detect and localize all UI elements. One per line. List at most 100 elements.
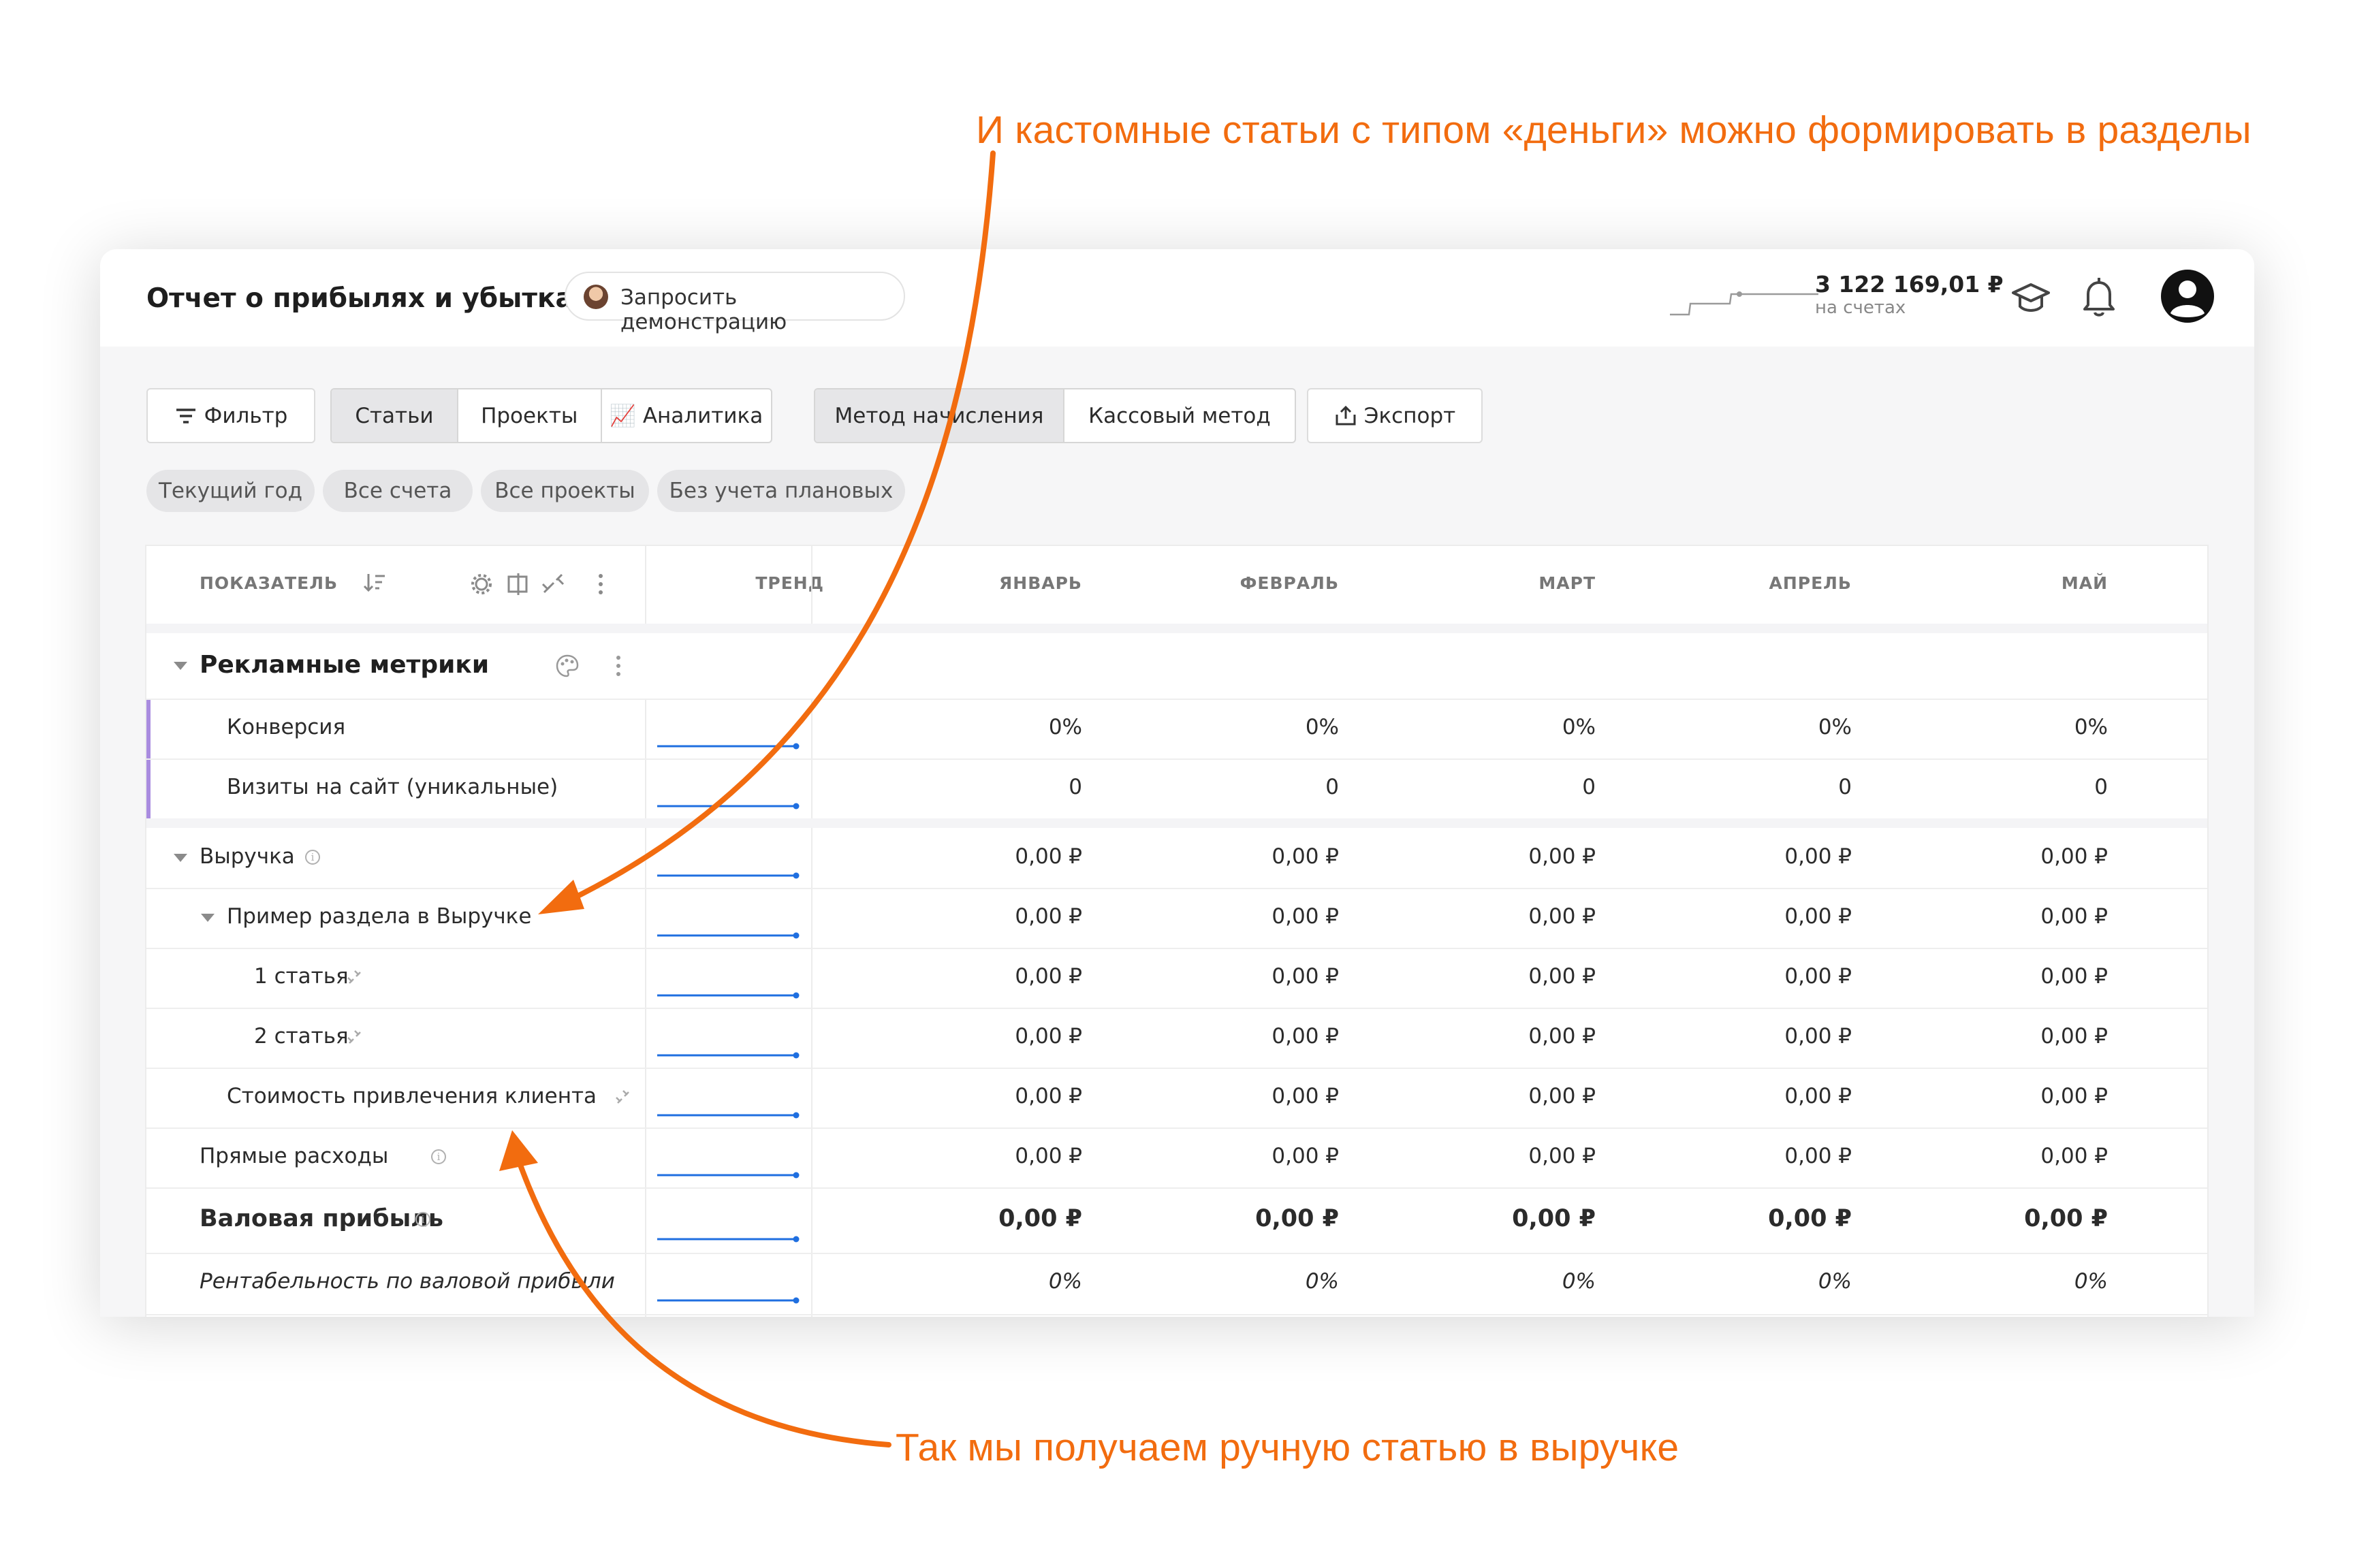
balance-sparkline <box>1670 291 1818 316</box>
tab-projects[interactable]: Проекты <box>458 389 602 442</box>
export-button[interactable]: Экспорт <box>1307 388 1483 443</box>
unlink-icon[interactable] <box>541 573 565 594</box>
section-divider <box>146 818 2207 828</box>
trend-sparkline <box>657 1052 800 1059</box>
row-label: Прямые расходы <box>200 1144 389 1168</box>
value-cell: 0,00 ₽ <box>1255 1205 1339 1232</box>
value-cell: 0% <box>1305 715 1339 739</box>
balance-amount[interactable]: 3 122 169,01 ₽ <box>1815 271 2004 298</box>
collapse-caret-icon[interactable] <box>174 662 187 670</box>
balance-caption: на счетах <box>1815 298 1906 318</box>
info-icon[interactable]: i <box>415 1212 430 1227</box>
value-cell: 0 <box>1069 775 1082 799</box>
page-title: Отчет о прибылях и убытках <box>146 283 590 314</box>
table-row[interactable]: Конверсия 0% 0% 0% 0% 0% <box>146 699 2207 760</box>
row-label: 1 статья <box>254 964 349 989</box>
value-cell: 0 <box>1582 775 1596 799</box>
chip-projects[interactable]: Все проекты <box>481 470 649 512</box>
value-cell: 0,00 ₽ <box>1272 1144 1339 1168</box>
column-trend: ТРЕНД <box>755 573 824 593</box>
more-icon[interactable] <box>615 654 622 678</box>
value-cell: 0,00 ₽ <box>1784 844 1852 869</box>
row-label: Выручка <box>200 844 295 869</box>
unlink-icon[interactable] <box>345 968 364 987</box>
value-cell: 0% <box>1562 715 1596 739</box>
unlink-icon[interactable] <box>614 1088 633 1107</box>
value-cell: 0 <box>1325 775 1339 799</box>
table-row[interactable]: Валовая прибыль i 0,00 ₽ 0,00 ₽ 0,00 ₽ 0… <box>146 1187 2207 1254</box>
value-cell: 0,00 ₽ <box>1015 844 1082 869</box>
annotation-top: И кастомные статьи с типом «деньги» можн… <box>976 108 2252 152</box>
value-cell: 0,00 ₽ <box>2024 1205 2108 1232</box>
value-cell: 0,00 ₽ <box>1528 844 1596 869</box>
table-row[interactable]: 1 статья 0,00 ₽ 0,00 ₽ 0,00 ₽ 0,00 ₽ 0,0… <box>146 948 2207 1009</box>
info-icon[interactable]: i <box>305 850 320 865</box>
bell-icon[interactable] <box>2079 275 2119 319</box>
graduation-cap-icon[interactable] <box>2010 278 2051 319</box>
view-tabs: Статьи Проекты 📈 Аналитика <box>330 388 772 443</box>
category-title: Рекламные метрики <box>200 651 490 679</box>
value-cell: 0,00 ₽ <box>2040 1144 2108 1168</box>
columns-icon[interactable] <box>507 573 528 595</box>
request-demo-label: Запросить демонстрацию <box>620 285 787 334</box>
export-label: Экспорт <box>1363 403 1456 428</box>
sort-icon[interactable] <box>363 572 386 594</box>
table-row[interactable]: Выручка i 0,00 ₽ 0,00 ₽ 0,00 ₽ 0,00 ₽ 0,… <box>146 828 2207 889</box>
chip-period[interactable]: Текущий год <box>146 470 315 512</box>
value-cell: 0,00 ₽ <box>2040 904 2108 929</box>
value-cell: 0,00 ₽ <box>1784 964 1852 989</box>
manager-avatar <box>584 285 608 309</box>
app-window: Отчет о прибылях и убытках Запросить дем… <box>100 249 2254 1317</box>
request-demo-button[interactable]: Запросить демонстрацию <box>565 272 905 334</box>
annotation-bottom: Так мы получаем ручную статью в выручке <box>896 1426 1679 1469</box>
tab-articles[interactable]: Статьи <box>332 389 458 442</box>
value-cell: 0,00 ₽ <box>1528 1084 1596 1108</box>
trend-sparkline <box>657 803 800 810</box>
value-cell: 0% <box>1048 715 1082 739</box>
settings-icon[interactable] <box>471 574 492 594</box>
value-cell: 0,00 ₽ <box>1784 904 1852 929</box>
value-cell: 0% <box>1048 1269 1082 1294</box>
top-bar: Отчет о прибылях и убытках Запросить дем… <box>100 249 2254 347</box>
palette-icon[interactable] <box>555 654 580 678</box>
value-cell: 0,00 ₽ <box>1768 1205 1852 1232</box>
value-cell: 0 <box>2094 775 2108 799</box>
unlink-icon[interactable] <box>345 1028 364 1047</box>
more-icon[interactable] <box>599 574 603 594</box>
table-row[interactable]: Визиты на сайт (уникальные) 0 0 0 0 0 <box>146 758 2207 820</box>
chip-planned[interactable]: Без учета плановых <box>657 470 905 512</box>
collapse-caret-icon[interactable] <box>174 854 187 862</box>
filter-icon <box>176 408 195 423</box>
row-label: Конверсия <box>227 715 346 739</box>
value-cell: 0,00 ₽ <box>1528 1024 1596 1049</box>
value-cell: 0% <box>1305 1269 1339 1294</box>
table-row[interactable]: Рентабельность по валовой прибыли 0% 0% … <box>146 1253 2207 1315</box>
trend-sparkline <box>657 872 800 879</box>
trend-sparkline <box>657 1172 800 1179</box>
tab-accrual-method[interactable]: Метод начисления <box>815 389 1064 442</box>
collapse-caret-icon[interactable] <box>201 914 215 922</box>
user-avatar-icon[interactable] <box>2160 268 2215 324</box>
tab-cash-method[interactable]: Кассовый метод <box>1064 389 1295 442</box>
value-cell: 0,00 ₽ <box>1784 1084 1852 1108</box>
tab-analytics[interactable]: 📈 Аналитика <box>602 389 771 442</box>
value-cell: 0,00 ₽ <box>1512 1205 1596 1232</box>
value-cell: 0,00 ₽ <box>1015 1024 1082 1049</box>
column-january: ЯНВАРЬ <box>999 573 1082 593</box>
info-icon[interactable]: i <box>431 1149 446 1164</box>
value-cell: 0,00 ₽ <box>1528 964 1596 989</box>
trend-sparkline <box>657 932 800 939</box>
table-row[interactable]: Стоимость привлечения клиента 0,00 ₽ 0,0… <box>146 1068 2207 1129</box>
value-cell: 0,00 ₽ <box>1015 904 1082 929</box>
table-row[interactable]: 2 статья 0,00 ₽ 0,00 ₽ 0,00 ₽ 0,00 ₽ 0,0… <box>146 1008 2207 1069</box>
table-row[interactable]: Пример раздела в Выручке 0,00 ₽ 0,00 ₽ 0… <box>146 888 2207 949</box>
value-cell: 0,00 ₽ <box>1272 1024 1339 1049</box>
chip-accounts[interactable]: Все счета <box>323 470 473 512</box>
table-row[interactable]: Прямые расходы i 0,00 ₽ 0,00 ₽ 0,00 ₽ 0,… <box>146 1127 2207 1189</box>
column-indicator[interactable]: ПОКАЗАТЕЛЬ <box>200 573 338 593</box>
value-cell: 0% <box>1818 1269 1852 1294</box>
column-february: ФЕВРАЛЬ <box>1239 573 1339 593</box>
value-cell: 0,00 ₽ <box>1784 1144 1852 1168</box>
category-row[interactable]: Рекламные метрики <box>146 633 2207 700</box>
filter-button[interactable]: Фильтр <box>146 388 315 443</box>
